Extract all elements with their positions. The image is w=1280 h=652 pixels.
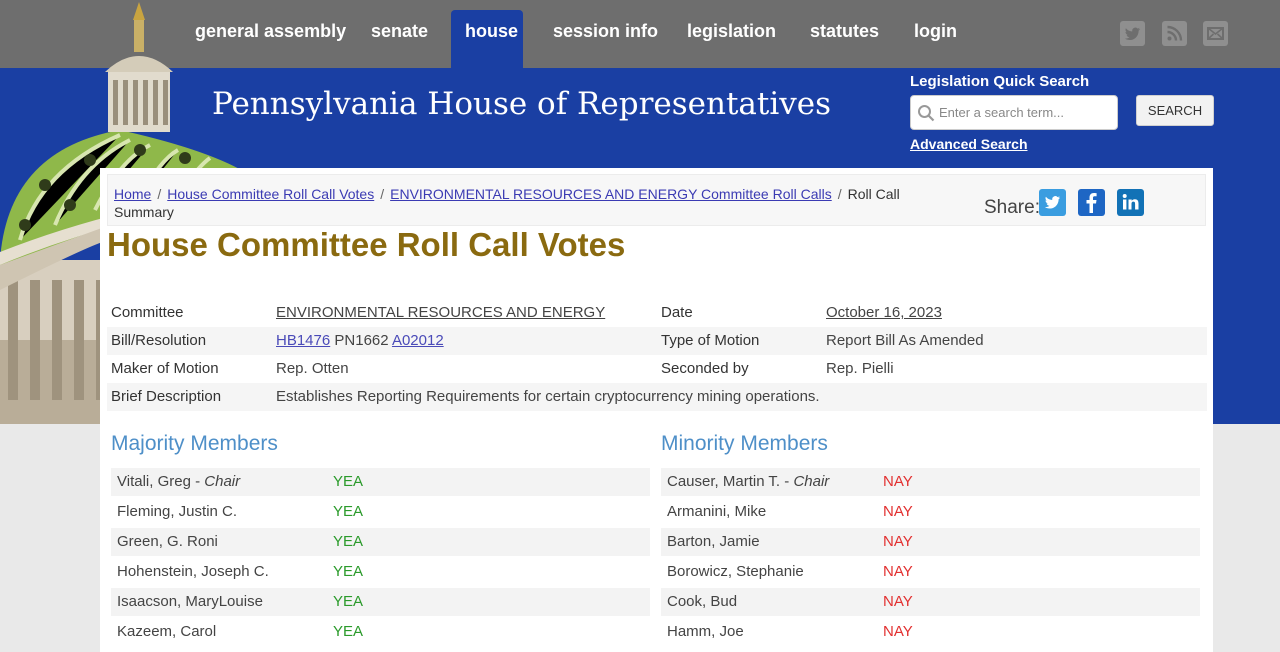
share-label: Share: [984,197,1040,218]
quick-search-input[interactable] [939,98,1115,127]
brief-label: Brief Description [111,388,222,405]
linkedin-share-icon[interactable] [1117,189,1144,216]
vote-value: NAY [883,563,913,580]
motion-type-label: Type of Motion [661,332,760,349]
seconded-label: Seconded by [661,360,749,377]
table-row: Borowicz, Stephanie NAY [661,558,1200,586]
breadcrumb-separator: / [157,186,162,202]
vote-value: NAY [883,473,913,490]
nav-statutes[interactable]: statutes [796,10,893,68]
rss-icon[interactable] [1162,21,1187,46]
main-content: Home / House Committee Roll Call Votes / ENV… [100,168,1213,652]
table-row: Green, G. Roni YEA [111,528,650,556]
breadcrumb: Home / House Committee Roll Call Votes / ENV… [114,185,914,221]
search-button[interactable]: SEARCH [1136,95,1214,126]
quick-search-title: Legislation Quick Search [910,73,1090,90]
vote-value: YEA [333,623,364,640]
majority-heading: Majority Members [111,432,278,455]
table-row: Barton, Jamie NAY [661,528,1200,556]
nav-house[interactable]: house [451,10,523,68]
date-label: Date [661,304,693,321]
member-name: Borowicz, Stephanie [667,563,804,580]
breadcrumb-home[interactable]: Home [114,186,151,202]
member-name: Barton, Jamie [667,533,760,550]
table-row: Armanini, Mike NAY [661,498,1200,526]
committee-label: Committee [111,304,184,321]
vote-value: YEA [333,563,364,580]
search-icon [918,105,935,122]
mail-icon[interactable] [1203,21,1228,46]
vote-value: NAY [883,503,913,520]
site-title: Pennsylvania House of Representatives [212,86,832,122]
member-name: Green, G. Roni [117,533,218,550]
nav-legislation[interactable]: legislation [673,10,790,68]
detail-row: Bill/Resolution HB1476 PN1662 A02012 Typ… [107,327,1207,355]
detail-row: Brief Description Establishes Reporting … [107,383,1207,411]
vote-value: YEA [333,593,364,610]
breadcrumb-separator: / [837,186,842,202]
table-row: Isaacson, MaryLouise YEA [111,588,650,616]
facebook-share-icon[interactable] [1078,189,1105,216]
date-link[interactable]: October 16, 2023 [826,299,942,327]
nav-login[interactable]: login [900,10,971,68]
table-row: Cook, Bud NAY [661,588,1200,616]
member-name: Hohenstein, Joseph C. [117,563,269,580]
maker-value: Rep. Otten [276,360,349,377]
bill-pn: PN1662 [334,332,389,349]
bill-value: HB1476 PN1662 A02012 [276,327,444,355]
breadcrumb-committee-roll-calls[interactable]: ENVIRONMENTAL RESOURCES AND ENERGY Commi… [390,186,832,202]
breadcrumb-separator: / [380,186,385,202]
quick-search-box [910,95,1118,130]
member-name: Causer, Martin T. - Chair [667,473,830,490]
maker-label: Maker of Motion [111,360,219,377]
nav-session-info[interactable]: session info [539,10,672,68]
advanced-search-link[interactable]: Advanced Search [910,136,1028,152]
member-name: Fleming, Justin C. [117,503,238,520]
vote-value: YEA [333,473,364,490]
bill-link[interactable]: HB1476 [276,332,330,349]
committee-link[interactable]: ENVIRONMENTAL RESOURCES AND ENERGY [276,299,605,327]
twitter-share-icon[interactable] [1039,189,1066,216]
amendment-link[interactable]: A02012 [392,332,444,349]
member-name: Isaacson, MaryLouise [117,593,263,610]
table-row: Vitali, Greg - Chair YEA [111,468,650,496]
seconded-value: Rep. Pielli [826,360,894,377]
minority-heading: Minority Members [661,432,828,455]
vote-value: NAY [883,623,913,640]
breadcrumb-bar: Home / House Committee Roll Call Votes / ENV… [107,174,1206,226]
vote-value: YEA [333,533,364,550]
bill-label: Bill/Resolution [111,332,207,349]
member-name: Vitali, Greg - Chair [117,473,241,490]
nav-senate[interactable]: senate [357,10,442,68]
table-row: Fleming, Justin C. YEA [111,498,650,526]
brief-value: Establishes Reporting Requirements for c… [276,388,820,405]
member-name: Kazeem, Carol [117,623,217,640]
table-row: Hamm, Joe NAY [661,618,1200,646]
table-row: Kazeem, Carol YEA [111,618,650,646]
table-row: Hohenstein, Joseph C. YEA [111,558,650,586]
detail-row: Committee ENVIRONMENTAL RESOURCES AND EN… [107,299,1207,327]
member-name: Cook, Bud [667,593,738,610]
member-name: Hamm, Joe [667,623,744,640]
vote-value: YEA [333,503,364,520]
twitter-icon[interactable] [1120,21,1145,46]
breadcrumb-roll-call-votes[interactable]: House Committee Roll Call Votes [167,186,374,202]
table-row: Causer, Martin T. - Chair NAY [661,468,1200,496]
member-name: Armanini, Mike [667,503,767,520]
motion-type-value: Report Bill As Amended [826,332,984,349]
detail-row: Maker of Motion Rep. Otten Seconded by R… [107,355,1207,383]
vote-value: NAY [883,533,913,550]
vote-value: NAY [883,593,913,610]
page-title: House Committee Roll Call Votes [107,226,626,263]
